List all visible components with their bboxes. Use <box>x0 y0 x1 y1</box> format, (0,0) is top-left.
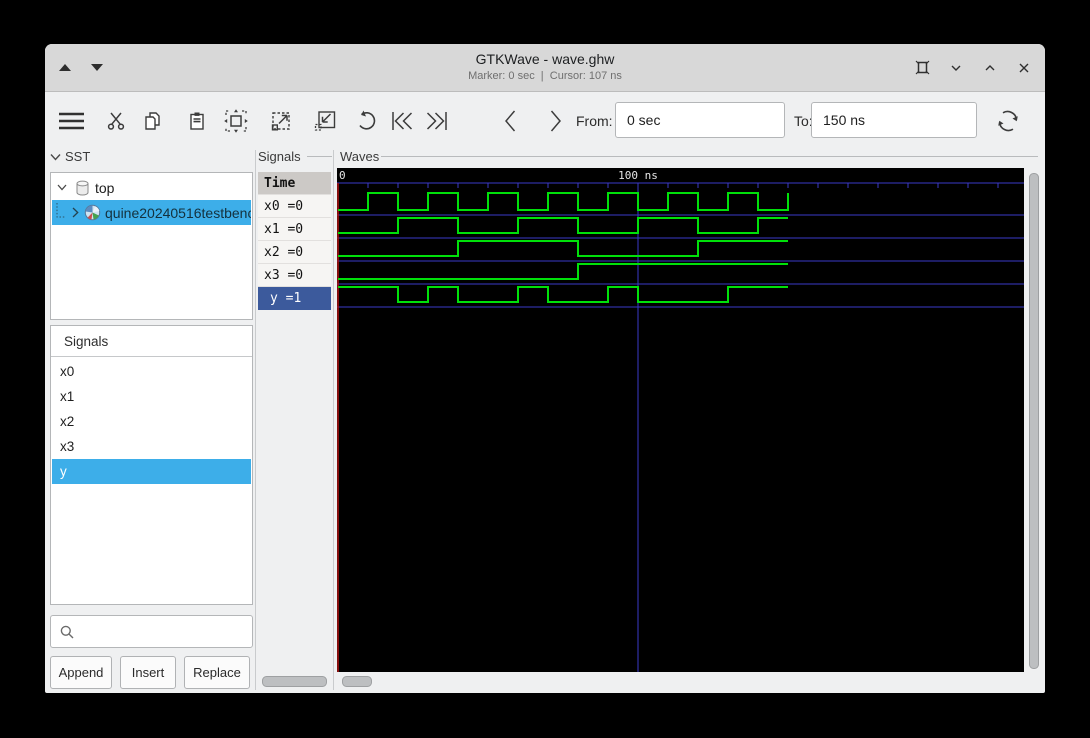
from-input[interactable] <box>615 102 785 138</box>
zoom-fit-icon <box>224 109 248 133</box>
insert-button[interactable]: Insert <box>120 656 176 689</box>
fullscreen-button[interactable] <box>913 59 931 77</box>
to-input[interactable] <box>811 102 977 138</box>
append-button[interactable]: Append <box>50 656 112 689</box>
undo-icon <box>359 110 376 130</box>
wave-signal-row[interactable]: x2 =0 <box>258 241 331 264</box>
wave-trace-x1 <box>338 217 788 234</box>
wave-signal-row[interactable]: x1 =0 <box>258 218 331 241</box>
database-icon <box>72 180 92 196</box>
zoom-in-button[interactable] <box>262 102 300 140</box>
expander-open-icon[interactable] <box>52 184 72 191</box>
frame-line <box>381 156 1038 157</box>
wave-trace-x0 <box>338 192 789 211</box>
waveform-canvas[interactable]: 0 100 ns <box>337 168 1024 672</box>
replace-button[interactable]: Replace <box>184 656 250 689</box>
search-icon <box>60 625 74 638</box>
list-item-x3[interactable]: x3 <box>52 434 251 459</box>
waves-vscrollbar[interactable] <box>1029 173 1039 669</box>
chevron-down-icon <box>951 65 961 71</box>
chevron-left-icon <box>505 110 516 132</box>
zoom-in-icon <box>271 112 290 131</box>
chevron-right-icon <box>550 110 561 132</box>
sst-expander-icon[interactable] <box>50 153 61 161</box>
menu-icon <box>58 112 84 130</box>
tree-item-label: quine20240516testbench <box>105 204 251 221</box>
titlebar[interactable]: GTKWave - wave.ghw Marker: 0 sec | Curso… <box>45 44 1045 92</box>
waves-frame-label: Waves <box>340 149 380 164</box>
marker-cursor-status: Marker: 0 sec | Cursor: 107 ns <box>468 70 622 82</box>
signal-list-panel: Signals x0 x1 x2 x3 y <box>50 325 253 605</box>
maximize-button[interactable] <box>981 59 999 77</box>
component-globe-icon <box>82 204 102 221</box>
to-start-button[interactable] <box>383 102 421 140</box>
sst-label: SST <box>65 149 91 164</box>
menu-button[interactable] <box>52 102 90 140</box>
to-end-icon <box>426 112 447 130</box>
timeline-label: 100 ns <box>618 169 658 182</box>
prev-edge-button[interactable] <box>492 102 530 140</box>
wave-name-column: Time x0 =0 x1 =0 x2 =0 x3 =0 y =1 <box>258 172 331 311</box>
zoom-fit-button[interactable] <box>217 102 255 140</box>
tree-connector <box>52 202 68 223</box>
minimize-button[interactable] <box>947 59 965 77</box>
to-start-icon <box>392 112 413 130</box>
from-label: From: <box>576 113 613 129</box>
wave-trace-x3 <box>338 263 788 280</box>
waves-signals-frame-label: Signals <box>258 149 301 164</box>
copy-button[interactable] <box>133 102 171 140</box>
chevron-up-icon <box>985 64 995 70</box>
waves-hscrollbar[interactable] <box>342 676 372 687</box>
signal-list-header-label: Signals <box>64 333 109 349</box>
expander-closed-icon[interactable] <box>68 207 82 218</box>
undo-button[interactable] <box>347 102 385 140</box>
to-end-button[interactable] <box>418 102 456 140</box>
wave-trace-y <box>338 286 788 303</box>
reload-button[interactable] <box>989 102 1027 140</box>
list-item-x0[interactable]: x0 <box>52 359 251 384</box>
sst-tree: top quine20240516testbench <box>50 172 253 320</box>
wave-trace-x2 <box>338 240 788 257</box>
next-edge-button[interactable] <box>536 102 574 140</box>
tree-item-label: top <box>95 179 115 196</box>
cut-icon <box>107 112 125 130</box>
sst-header[interactable]: SST <box>50 149 90 164</box>
wave-signal-row-selected[interactable]: y =1 <box>258 287 331 310</box>
fullscreen-icon <box>915 60 929 75</box>
to-label: To: <box>794 113 813 129</box>
copy-icon <box>145 112 160 130</box>
wave-signal-row[interactable]: x0 =0 <box>258 195 331 218</box>
pane-splitter-left[interactable] <box>255 150 256 690</box>
zoom-out-button[interactable] <box>306 102 344 140</box>
wave-signal-row[interactable]: x3 =0 <box>258 264 331 287</box>
reload-icon <box>998 110 1018 132</box>
filter-input[interactable] <box>50 615 253 648</box>
zoom-out-icon <box>314 111 336 131</box>
window-title: GTKWave - wave.ghw <box>475 51 615 67</box>
frame-line <box>307 156 332 157</box>
close-icon <box>1019 63 1029 72</box>
paste-button[interactable] <box>178 102 216 140</box>
cut-button[interactable] <box>97 102 135 140</box>
close-button[interactable] <box>1015 59 1033 77</box>
tree-item-testbench[interactable]: quine20240516testbench <box>52 200 251 225</box>
list-item-x2[interactable]: x2 <box>52 409 251 434</box>
list-item-y[interactable]: y <box>52 459 251 484</box>
wave-time-header[interactable]: Time <box>258 172 331 195</box>
signal-list-header[interactable]: Signals <box>51 326 252 357</box>
list-item-x1[interactable]: x1 <box>52 384 251 409</box>
gtkwave-window: GTKWave - wave.ghw Marker: 0 sec | Curso… <box>45 44 1045 693</box>
timeline-label: 0 <box>339 169 346 182</box>
name-column-hscrollbar[interactable] <box>262 676 327 687</box>
tree-item-top[interactable]: top <box>52 175 251 200</box>
pane-splitter-waves[interactable] <box>333 150 334 690</box>
paste-icon <box>190 112 204 130</box>
